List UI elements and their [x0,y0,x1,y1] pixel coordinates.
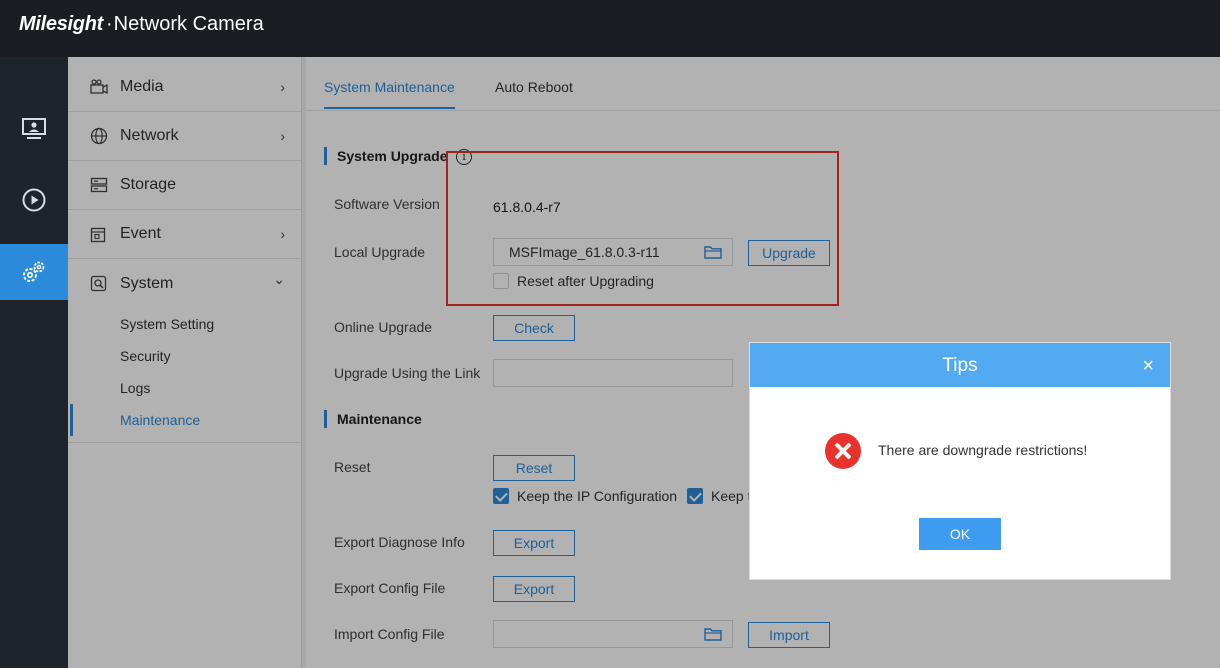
rail-playback[interactable] [0,172,68,228]
brand-logo: Milesight [19,13,103,35]
tips-dialog: Tips × There are downgrade restrictions!… [749,342,1171,580]
brand: Milesight · Network Camera [19,13,264,36]
dialog-header: Tips × [750,343,1170,387]
icon-rail [0,57,68,668]
brand-separator: · [105,13,113,35]
ok-button[interactable]: OK [919,518,1001,550]
live-view-icon [22,118,46,139]
rail-settings[interactable] [0,244,68,300]
product-name: Network Camera [113,13,264,35]
dialog-title: Tips [942,355,978,376]
dialog-message: There are downgrade restrictions! [878,442,1088,458]
settings-icon [23,261,45,282]
top-bar: Milesight · Network Camera [0,0,1220,57]
error-icon [825,433,861,469]
close-icon[interactable]: × [1142,343,1154,389]
playback-icon [22,188,46,212]
rail-live-view[interactable] [0,101,68,157]
